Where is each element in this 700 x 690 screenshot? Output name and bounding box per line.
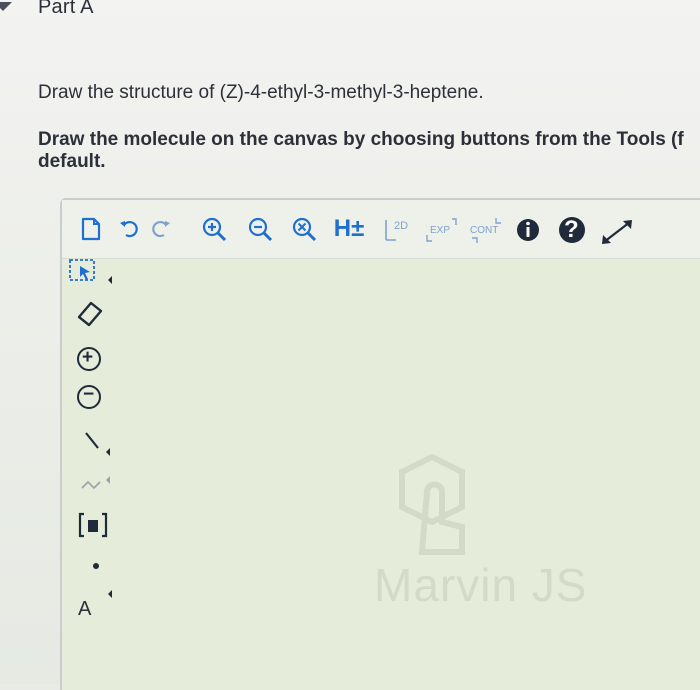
negative-charge-button[interactable]: − <box>74 382 104 412</box>
redo-icon <box>152 220 170 238</box>
instruction-line-1: Draw the molecule on the canvas by choos… <box>38 129 684 150</box>
fullscreen-arrows-icon <box>602 220 632 244</box>
zoom-in-button[interactable] <box>200 216 230 244</box>
contract-button[interactable]: CONT <box>466 216 506 244</box>
redo-button[interactable] <box>148 216 172 240</box>
help-label: ? <box>564 216 579 243</box>
zoom-in-icon <box>202 217 227 242</box>
atom-dot-button[interactable] <box>86 556 106 576</box>
chain-icon <box>81 476 110 490</box>
bracket-tool-button[interactable] <box>76 510 116 542</box>
plus-label: + <box>82 347 94 368</box>
instruction-line-2: default. <box>38 151 106 172</box>
question-text: Draw the structure of (Z)-4-ethyl-3-meth… <box>38 82 484 103</box>
info-button[interactable] <box>514 216 542 244</box>
contract-label: CONT <box>470 225 499 236</box>
chain-tool-button[interactable] <box>76 470 116 500</box>
clean-2d-label: 2D <box>394 220 409 232</box>
fullscreen-button[interactable] <box>598 216 636 246</box>
minus-label: − <box>83 384 95 405</box>
new-document-button[interactable] <box>78 216 104 242</box>
help-button[interactable]: ? <box>556 214 588 246</box>
part-title: Part A <box>38 0 94 18</box>
dot-icon <box>93 563 99 569</box>
undo-button[interactable] <box>118 216 142 240</box>
collapse-chevron-icon[interactable] <box>0 2 12 11</box>
zoom-fit-icon <box>292 217 317 242</box>
zoom-fit-button[interactable] <box>290 216 320 244</box>
expand-label: EXP <box>430 225 451 236</box>
marvin-logo-icon <box>399 453 465 555</box>
atom-label-text: A <box>78 598 92 620</box>
instruction-text: Draw the molecule on the canvas by choos… <box>38 129 700 173</box>
left-toolbar: + − A <box>62 258 122 690</box>
document-icon <box>81 217 101 241</box>
zoom-out-icon <box>248 217 273 242</box>
molecule-editor: H± 2D EXP CONT ? + − A Marvin JS <box>60 198 700 690</box>
zoom-out-button[interactable] <box>246 216 276 244</box>
rectangle-select-icon <box>69 259 112 284</box>
positive-charge-button[interactable]: + <box>74 344 104 374</box>
eraser-tool-button[interactable] <box>72 298 108 328</box>
top-toolbar: H± 2D EXP CONT ? <box>62 200 700 259</box>
page: Part A Draw the structure of (Z)-4-ethyl… <box>0 0 700 690</box>
single-bond-button[interactable] <box>76 428 116 458</box>
undo-icon <box>120 220 138 238</box>
expand-button[interactable]: EXP <box>424 216 460 244</box>
atom-label-button[interactable]: A <box>74 588 118 622</box>
marvin-watermark: Marvin JS <box>374 559 588 611</box>
hydrogen-toggle-button[interactable]: H± <box>332 214 366 244</box>
clean-2d-button[interactable]: 2D <box>382 216 416 244</box>
selection-tool-button[interactable] <box>66 258 114 288</box>
single-bond-icon <box>85 432 110 456</box>
eraser-icon <box>77 301 103 327</box>
bracket-icon <box>78 512 108 538</box>
drawing-canvas[interactable]: Marvin JS <box>122 258 700 690</box>
info-icon <box>517 219 539 241</box>
